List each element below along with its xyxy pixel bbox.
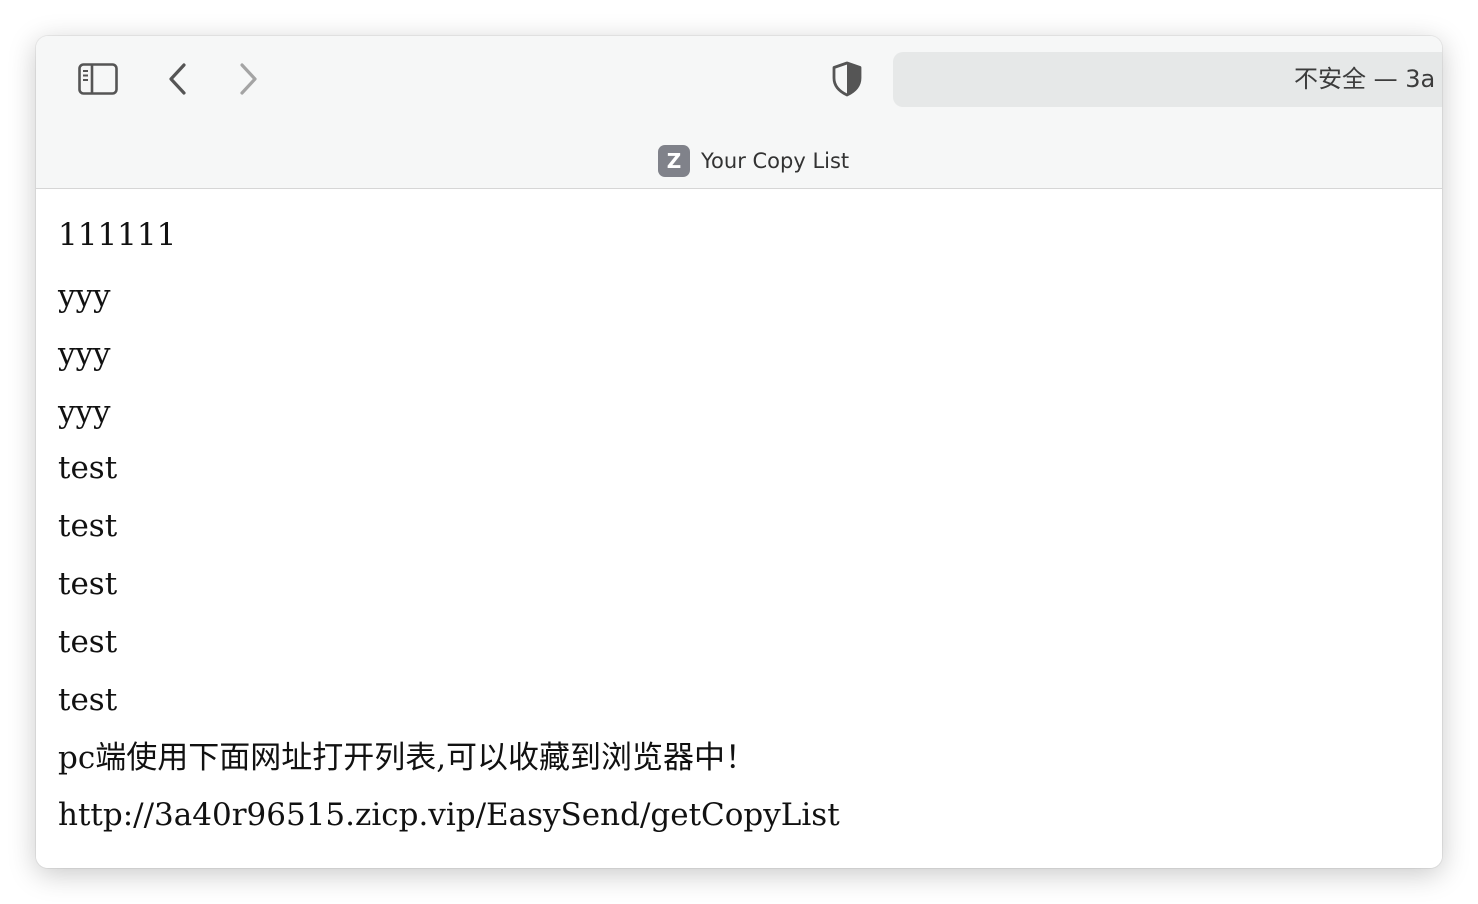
copy-list-item: yyy: [58, 394, 111, 430]
sidebar-toggle-button[interactable]: [76, 62, 120, 96]
browser-toolbar: 不安全 — 3a Z Your Copy List: [36, 36, 1442, 189]
copy-list-item: yyy: [58, 278, 111, 314]
back-button[interactable]: [160, 60, 196, 98]
privacy-report-button[interactable]: [828, 60, 866, 98]
copy-list-item: 111111: [58, 217, 177, 253]
shield-icon: [832, 61, 862, 97]
chevron-right-icon: [240, 63, 257, 95]
tab-title: Your Copy List: [701, 149, 850, 173]
instruction-text: pc端使用下面网址打开列表,可以收藏到浏览器中！: [58, 740, 757, 776]
copy-list-item: test: [58, 450, 118, 486]
site-favicon: Z: [658, 145, 690, 177]
browser-window: 不安全 — 3a Z Your Copy List 111111 yyy yyy…: [36, 36, 1442, 868]
copy-list-item: test: [58, 508, 118, 544]
forward-button[interactable]: [230, 60, 266, 98]
page-content: 111111 yyy yyy yyy test test test test t…: [36, 189, 1442, 868]
address-bar[interactable]: 不安全 — 3a: [893, 52, 1442, 107]
copy-list-item: yyy: [58, 336, 111, 372]
copy-list-item: test: [58, 682, 118, 718]
address-text: 不安全 — 3a: [1294, 65, 1436, 93]
chevron-left-icon: [169, 63, 186, 95]
copy-list-item: test: [58, 566, 118, 602]
tab-active[interactable]: Z Your Copy List: [658, 144, 849, 178]
copy-list-item: test: [58, 624, 118, 660]
sidebar-icon: [78, 63, 118, 95]
copy-list-url[interactable]: http://3a40r96515.zicp.vip/EasySend/getC…: [58, 795, 840, 835]
